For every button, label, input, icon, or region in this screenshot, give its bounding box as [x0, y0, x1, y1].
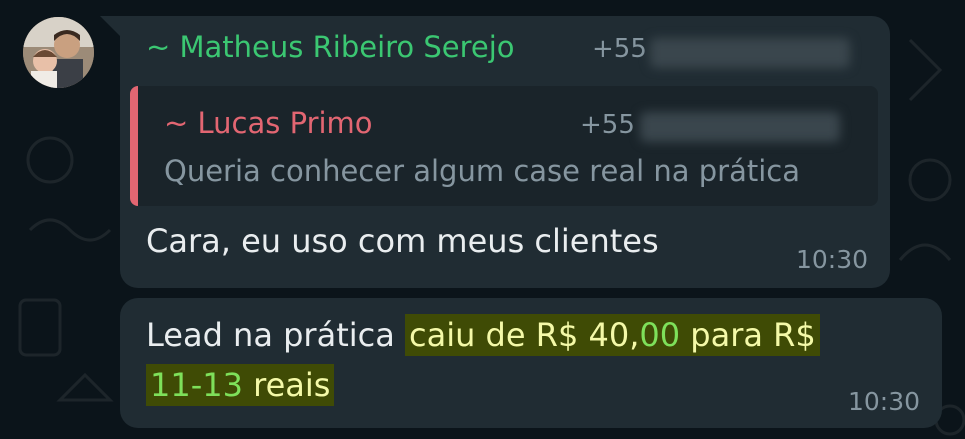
redacted-phone — [650, 38, 850, 68]
quoted-message[interactable]: ~ Lucas Primo +55 Queria conhecer algum … — [130, 86, 878, 206]
highlight-number-1: 00 — [639, 316, 681, 354]
sender-name[interactable]: ~ Matheus Ribeiro Serejo — [146, 30, 515, 64]
highlighted-text: caiu de R$ 40,00 para R$ — [405, 314, 820, 356]
message-bubble-1[interactable]: ~ Matheus Ribeiro Serejo +55 ~ Lucas Pri… — [120, 16, 890, 288]
quote-accent-bar — [130, 86, 138, 206]
avatar[interactable] — [23, 17, 94, 88]
message-text: Cara, eu uso com meus clientes — [146, 222, 659, 260]
bubble-tail — [100, 16, 122, 38]
message-text-2: Lead na prática caiu de R$ 40,00 para R$… — [146, 310, 906, 410]
highlighted-text-line2: 11-13 reais — [146, 364, 335, 406]
highlight-number-2: 11-13 — [150, 366, 243, 404]
message-time-2: 10:30 — [847, 387, 920, 416]
sender-phone: +55 — [592, 34, 647, 64]
message-text-plain: Lead na prática — [146, 316, 405, 354]
highlight-part-5: reais — [242, 366, 331, 404]
highlight-part-1: caiu de R$ 40, — [409, 316, 640, 354]
redacted-quoted-phone — [640, 112, 840, 142]
quoted-sender-phone: +55 — [580, 110, 635, 140]
highlight-part-3: para R$ — [680, 316, 816, 354]
message-time: 10:30 — [795, 245, 868, 274]
quoted-text: Queria conhecer algum case real na práti… — [164, 154, 800, 188]
avatar-photo-icon — [23, 17, 94, 88]
quoted-sender-name: ~ Lucas Primo — [164, 106, 373, 140]
message-bubble-2[interactable]: Lead na prática caiu de R$ 40,00 para R$… — [120, 298, 942, 428]
